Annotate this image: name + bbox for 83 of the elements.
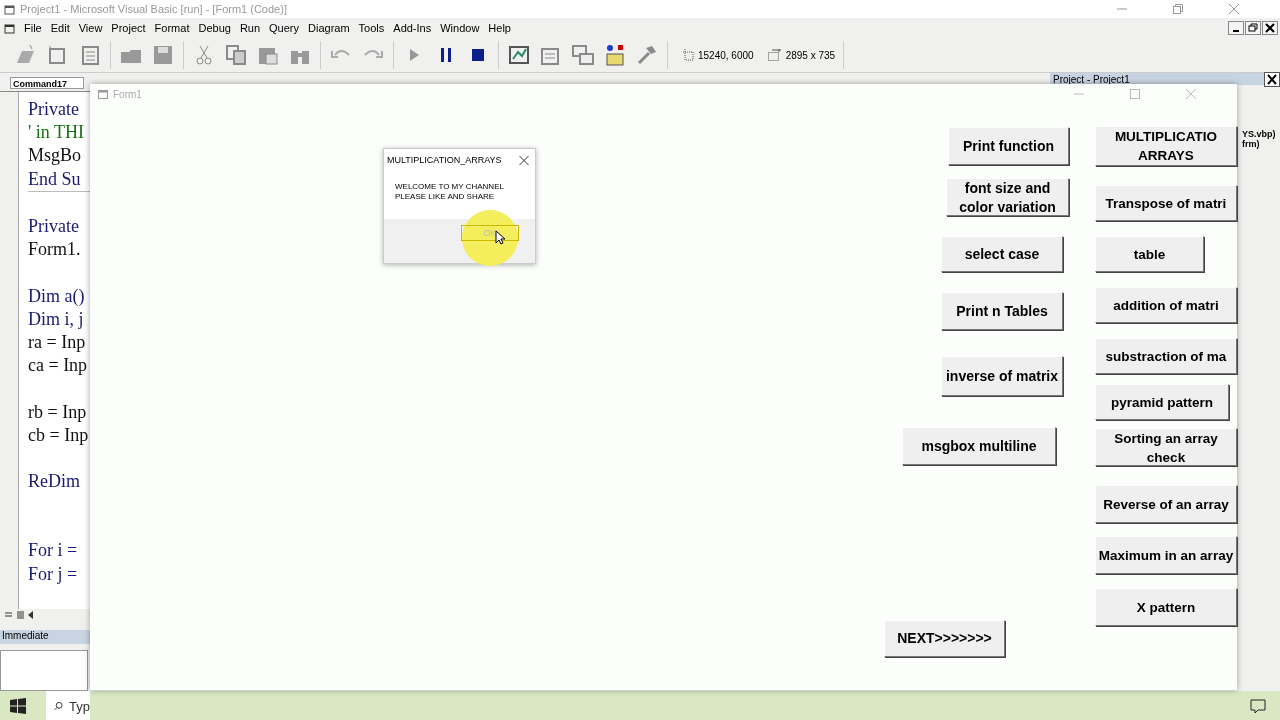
menu-item[interactable]: Window [440, 22, 480, 34]
menu-item[interactable]: Debug [198, 22, 231, 34]
form-button[interactable]: font size and color variation [946, 178, 1069, 216]
windows-icon[interactable] [571, 43, 595, 67]
notification-icon[interactable] [1250, 698, 1266, 714]
code-line: MsgBo [28, 144, 82, 168]
window-title: Project1 - Microsoft Visual Basic [run] - [Form1 (Code)] [20, 3, 287, 15]
menu-item[interactable]: File [24, 22, 42, 34]
menu-item[interactable]: Project [111, 22, 146, 34]
position-icon [682, 49, 694, 61]
search-field[interactable]: Typ [46, 691, 90, 720]
form-icon [98, 89, 108, 99]
message-text: PLEASE LIKE AND SHARE [395, 192, 496, 202]
dialog-title: MULTIPLICATION_ARRAYS [387, 155, 502, 165]
code-line: cb = Inp [28, 423, 89, 447]
cursor-highlight-icon [462, 210, 518, 266]
code-line: For i = [28, 539, 79, 563]
search-placeholder: Typ [69, 698, 90, 714]
panel-title: Immediate [0, 629, 90, 644]
object-dropdown[interactable]: Command17 [10, 77, 84, 89]
form-button[interactable]: NEXT>>>>>>> [884, 620, 1005, 657]
code-line: rb = Inp [28, 400, 88, 424]
copy-icon[interactable] [224, 43, 248, 67]
form-button[interactable]: MULTIPLICATIO ARRAYS [1095, 126, 1237, 166]
form-button[interactable]: inverse of matrix [941, 356, 1063, 396]
windows-logo-icon[interactable] [10, 698, 26, 714]
form-button[interactable]: msgbox multiline [902, 427, 1056, 465]
minimize-icon[interactable] [1228, 21, 1244, 35]
restore-icon[interactable] [1245, 21, 1261, 35]
maximize-icon[interactable] [1130, 89, 1140, 99]
size-readout: 2895 x 735 [785, 49, 836, 61]
menu-item[interactable]: Edit [50, 22, 70, 34]
code-line: ReDim [28, 470, 81, 494]
code-line: ra = Inp [28, 331, 87, 354]
code-line: ca = Inp [28, 354, 89, 378]
procedure-view-icon[interactable] [4, 610, 13, 620]
window-title: Form1 [113, 88, 142, 100]
form-button[interactable]: table [1095, 236, 1204, 272]
form-button[interactable]: substraction of ma [1095, 338, 1237, 374]
form-icon [4, 22, 15, 34]
size-icon [767, 49, 782, 61]
form-button[interactable]: pyramid pattern [1095, 384, 1229, 420]
data-view-icon[interactable] [507, 43, 531, 67]
message-text: WELCOME TO MY CHANNEL [395, 182, 505, 192]
save-icon[interactable] [151, 43, 175, 67]
toolbox-icon[interactable] [603, 43, 627, 67]
hammer-icon[interactable] [635, 43, 659, 67]
position-readout: 15240, 6000 [698, 49, 754, 61]
form-button[interactable]: Print function [948, 127, 1069, 165]
code-line: Dim a() [28, 284, 86, 308]
menu-item[interactable]: Tools [358, 22, 385, 34]
code-line: End Su [28, 167, 82, 191]
code-line: Private [28, 215, 80, 238]
code-line: Private [28, 98, 80, 121]
form-button[interactable]: Maximum in an array [1095, 536, 1237, 574]
app-icon [4, 3, 15, 15]
immediate-field[interactable] [0, 649, 88, 691]
tree-item[interactable]: frm) [1242, 139, 1280, 149]
form-button[interactable]: addition of matri [1095, 287, 1237, 323]
panel-title: Project - Project1 [1053, 73, 1130, 85]
code-line: For j = [28, 562, 79, 586]
scroll-left-icon[interactable] [28, 611, 34, 620]
form-button[interactable]: Reverse of an array [1095, 485, 1237, 523]
code-line: Form1. [28, 238, 82, 262]
menu-item[interactable]: Run [239, 22, 261, 34]
cursor-icon [495, 230, 505, 245]
menu-item[interactable]: View [78, 22, 103, 34]
code-line: Dim i, j [28, 307, 85, 331]
menu-item[interactable]: Help [488, 22, 511, 34]
form-button[interactable]: X pattern [1095, 588, 1237, 626]
code-line: ' in THI [28, 121, 85, 145]
form-button[interactable]: Print n Tables [941, 292, 1063, 330]
close-icon[interactable] [1262, 21, 1278, 35]
tree-item[interactable]: YS.vbp) [1242, 129, 1280, 139]
form-button[interactable]: select case [941, 236, 1063, 272]
menu-item[interactable]: Format [154, 22, 190, 34]
close-icon[interactable] [1264, 71, 1280, 87]
form-button[interactable]: Transpose of matri [1095, 185, 1237, 221]
menu-item[interactable]: Query [269, 22, 300, 34]
menu-item[interactable]: Add-Ins [393, 22, 432, 34]
menu-item[interactable]: Diagram [308, 22, 350, 34]
form-button[interactable]: Sorting an array check [1095, 428, 1237, 466]
search-icon [54, 699, 64, 713]
